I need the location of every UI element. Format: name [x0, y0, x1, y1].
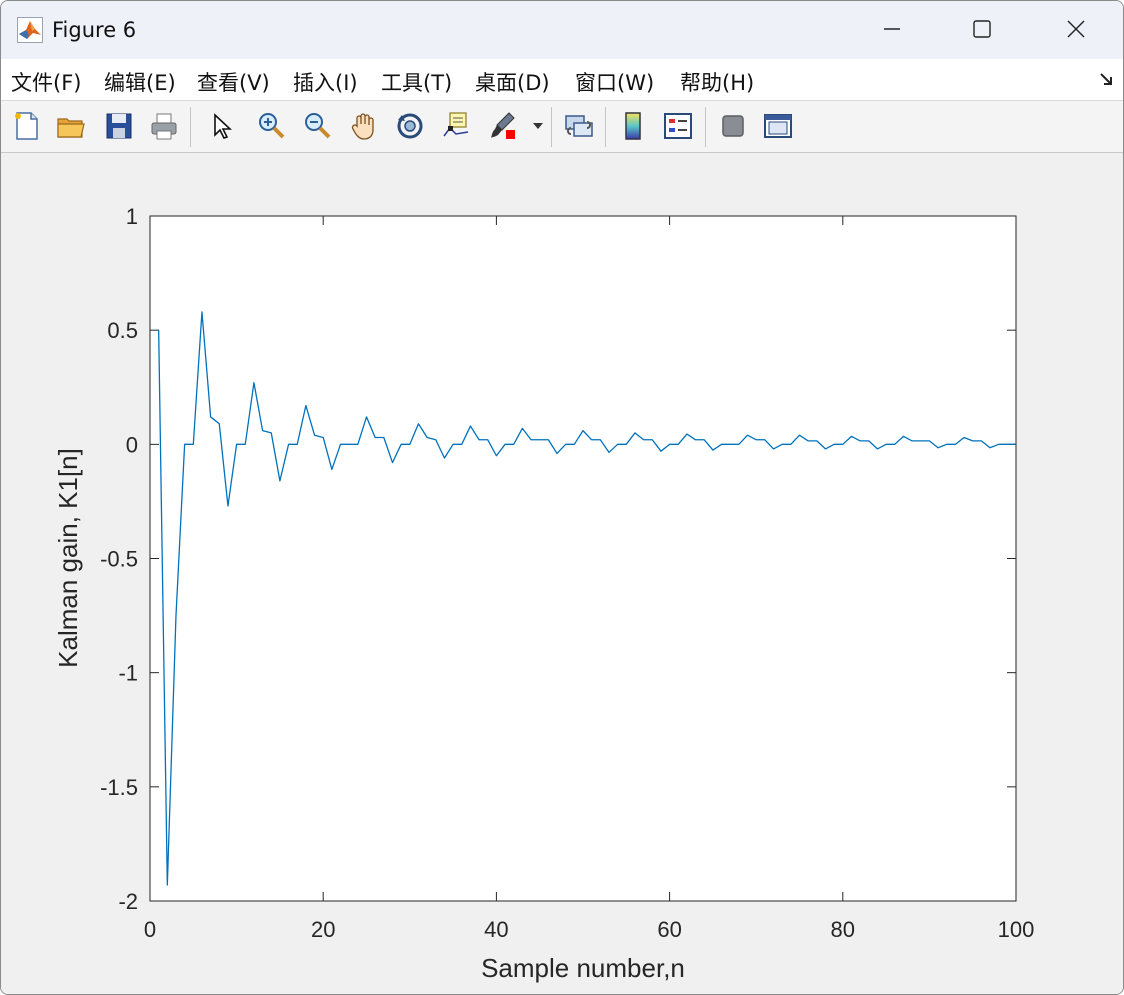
toolbar-separator	[551, 107, 552, 147]
dock-figure-icon[interactable]	[1099, 71, 1115, 87]
zoom-out-button[interactable]	[299, 108, 335, 144]
matlab-logo-icon	[17, 17, 43, 43]
data-cursor-icon	[440, 110, 472, 142]
menu-insert[interactable]: 插入(I)	[293, 67, 358, 97]
menu-window[interactable]: 窗口(W)	[575, 67, 654, 97]
hide-plot-tools-icon	[717, 110, 749, 142]
insert-colorbar-icon	[617, 110, 649, 142]
x-tick-label: 80	[831, 917, 855, 942]
close-button[interactable]	[1053, 9, 1099, 53]
print-figure-icon	[148, 110, 180, 142]
x-tick-label: 60	[657, 917, 681, 942]
title-bar[interactable]: Figure 6	[1, 1, 1123, 59]
link-plot-icon	[563, 110, 595, 142]
data-cursor-button[interactable]	[438, 108, 474, 144]
zoom-out-icon	[301, 110, 333, 142]
menu-help[interactable]: 帮助(H)	[680, 67, 754, 97]
y-tick-label: -1	[118, 661, 138, 686]
brush-dropdown-button[interactable]	[529, 108, 547, 144]
menu-tools[interactable]: 工具(T)	[381, 67, 452, 97]
pan-icon	[348, 110, 380, 142]
maximize-button[interactable]	[959, 9, 1005, 53]
toolbar-separator	[190, 107, 191, 147]
edit-plot-icon	[205, 110, 237, 142]
link-plot-button[interactable]	[561, 108, 597, 144]
print-figure-button[interactable]	[146, 108, 182, 144]
brush-dropdown-icon	[532, 121, 544, 131]
brush-icon	[487, 110, 519, 142]
menu-edit[interactable]: 编辑(E)	[104, 67, 176, 97]
open-file-icon	[55, 110, 87, 142]
zoom-in-button[interactable]	[253, 108, 289, 144]
axes-background	[150, 216, 1016, 901]
line-chart[interactable]: 0 20 40 60 80 100 -2 -1.5 -1 -0.5 0 0.5 1 Sample num…	[1, 153, 1123, 994]
open-file-button[interactable]	[53, 108, 89, 144]
insert-colorbar-button[interactable]	[615, 108, 651, 144]
new-figure-button[interactable]	[8, 108, 44, 144]
y-tick-label: -0.5	[100, 547, 138, 572]
save-figure-button[interactable]	[101, 108, 137, 144]
menu-desktop[interactable]: 桌面(D)	[475, 67, 550, 97]
insert-legend-button[interactable]	[660, 108, 696, 144]
pan-button[interactable]	[346, 108, 382, 144]
brush-button[interactable]	[485, 108, 521, 144]
x-tick-label: 20	[311, 917, 335, 942]
hide-plot-tools-button[interactable]	[715, 108, 751, 144]
x-tick-label: 100	[998, 917, 1035, 942]
x-tick-label: 0	[144, 917, 156, 942]
figure-window: Figure 6 文件(F) 编辑(E) 查看(V) 插入(I) 工具(T) 桌…	[0, 0, 1124, 995]
close-icon	[1066, 19, 1086, 43]
figure-canvas: 0 20 40 60 80 100 -2 -1.5 -1 -0.5 0 0.5 1 Sample num…	[1, 153, 1123, 994]
window-title: Figure 6	[52, 18, 137, 42]
insert-legend-icon	[662, 110, 694, 142]
y-tick-label: 0	[126, 432, 138, 457]
y-tick-label: 0.5	[107, 318, 138, 343]
toolbar-separator	[605, 107, 606, 147]
rotate-3d-button[interactable]	[392, 108, 428, 144]
save-figure-icon	[103, 110, 135, 142]
menu-bar: 文件(F) 编辑(E) 查看(V) 插入(I) 工具(T) 桌面(D) 窗口(W…	[1, 59, 1123, 101]
edit-plot-button[interactable]	[203, 108, 239, 144]
rotate-3d-icon	[394, 110, 426, 142]
x-axis-label: Sample number,n	[481, 953, 685, 983]
toolbar-separator	[705, 107, 706, 147]
new-figure-icon	[10, 110, 42, 142]
y-tick-label: 1	[126, 204, 138, 229]
x-tick-label: 40	[484, 917, 508, 942]
y-axis-label: Kalman gain, K1[n]	[53, 448, 83, 668]
show-plot-tools-icon	[762, 110, 794, 142]
y-tick-label: -2	[118, 889, 138, 914]
zoom-in-icon	[255, 110, 287, 142]
minimize-button[interactable]	[869, 9, 915, 53]
maximize-icon	[972, 19, 992, 43]
menu-view[interactable]: 查看(V)	[197, 67, 270, 97]
menu-file[interactable]: 文件(F)	[11, 67, 81, 97]
show-plot-tools-button[interactable]	[760, 108, 796, 144]
minimize-icon	[882, 19, 902, 43]
y-tick-label: -1.5	[100, 775, 138, 800]
figure-toolbar	[1, 101, 1123, 153]
